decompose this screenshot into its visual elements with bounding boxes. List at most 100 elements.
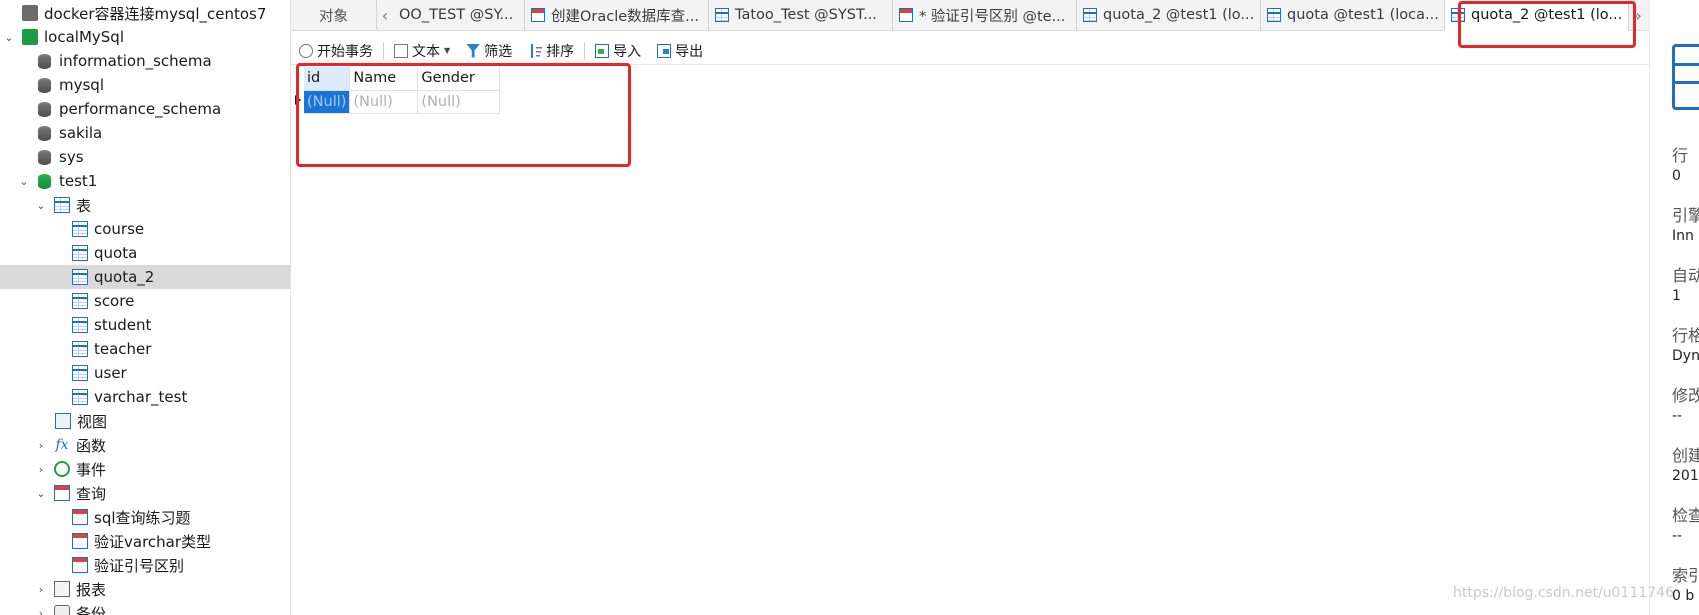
tab-quota-2-first[interactable]: quota_2 @test1 (lo... <box>1077 0 1261 31</box>
tree-item-label: test1 <box>59 172 98 190</box>
tree-item-table-user[interactable]: user <box>0 361 290 385</box>
info-label-auto-increment: 自动 <box>1672 266 1699 285</box>
info-label-index: 索引 <box>1672 566 1699 585</box>
tree-item-label: varchar_test <box>94 388 188 406</box>
tree-item-query-varchar[interactable]: 验证varchar类型 <box>0 529 290 553</box>
tree-item-table-varchar-test[interactable]: varchar_test <box>0 385 290 409</box>
chevron-down-icon[interactable]: ⌄ <box>34 199 48 212</box>
tree-item-table-quota[interactable]: quota <box>0 241 290 265</box>
tree-item-docker-connection[interactable]: docker容器连接mysql_centos7 <box>0 1 290 25</box>
tab-label: quota @test1 (loca... <box>1287 7 1439 23</box>
table-large-icon <box>1672 44 1699 110</box>
info-label-created: 创建 <box>1672 446 1699 465</box>
toolbar-divider <box>383 41 384 60</box>
navigation-tree: docker容器连接mysql_centos7 ⌄ localMySql inf… <box>0 0 291 615</box>
query-icon <box>72 533 88 549</box>
toolbar-divider <box>584 41 586 60</box>
chevron-down-icon[interactable]: ⌄ <box>34 487 48 500</box>
tab-quota[interactable]: quota @test1 (loca... <box>1261 0 1445 31</box>
database-icon <box>38 101 51 117</box>
table-icon <box>72 245 88 261</box>
tree-item-query-quotes[interactable]: 验证引号区别 <box>0 553 290 577</box>
info-label-row-format: 行格 <box>1672 326 1699 345</box>
tree-item-label: localMySql <box>44 28 124 46</box>
tree-item-table-student[interactable]: student <box>0 313 290 337</box>
tree-item-information-schema[interactable]: information_schema <box>0 49 290 73</box>
tree-item-sys[interactable]: sys <box>0 145 290 169</box>
chevron-right-icon[interactable]: › <box>34 607 48 615</box>
tab-highlight-box <box>1458 1 1636 48</box>
text-view-button[interactable]: 文本 ▼ <box>394 41 450 61</box>
tree-item-tables-folder[interactable]: ⌄ 表 <box>0 193 290 217</box>
tree-item-events-folder[interactable]: › 事件 <box>0 457 290 481</box>
info-label-checked: 检查 <box>1672 506 1699 525</box>
tree-item-label: 事件 <box>76 460 107 479</box>
table-icon <box>72 365 88 381</box>
tree-item-label: quota_2 <box>94 268 155 286</box>
tab-label: Tatoo_Test @SYST... <box>735 7 877 23</box>
info-value-created: 201 <box>1672 468 1699 484</box>
info-value-modified: -- <box>1672 408 1683 424</box>
tree-item-table-quota-2[interactable]: quota_2 <box>0 265 290 289</box>
tree-item-label: information_schema <box>59 52 212 70</box>
tables-folder-icon <box>54 197 70 213</box>
tab-quote-difference-query[interactable]: * 验证引号区别 @te... <box>893 0 1077 31</box>
tree-item-label: 验证varchar类型 <box>94 532 212 551</box>
export-button[interactable]: 导出 <box>657 41 703 61</box>
caret-down-icon[interactable]: ▼ <box>444 46 450 55</box>
import-button[interactable]: 导入 <box>595 41 641 61</box>
table-icon <box>72 389 88 405</box>
info-label-engine: 引擎 <box>1672 206 1699 225</box>
reports-folder-icon <box>54 581 70 597</box>
begin-transaction-button[interactable]: 开始事务 <box>299 41 373 61</box>
tree-item-functions-folder[interactable]: › fx 函数 <box>0 433 290 457</box>
export-icon <box>657 43 672 58</box>
tab-create-oracle-query[interactable]: 创建Oracle数据库查... <box>525 0 709 31</box>
tree-item-sakila[interactable]: sakila <box>0 121 290 145</box>
tree-item-label: 验证引号区别 <box>94 556 185 575</box>
tree-item-reports-folder[interactable]: › 报表 <box>0 577 290 601</box>
tree-item-label: mysql <box>59 76 104 94</box>
tree-item-localmysql[interactable]: ⌄ localMySql <box>0 25 290 49</box>
tree-item-test1[interactable]: ⌄ test1 <box>0 169 290 193</box>
table-icon <box>72 341 88 357</box>
tree-item-label: score <box>94 292 135 310</box>
filter-button[interactable]: 筛选 <box>466 41 512 61</box>
tab-label: OO_TEST @SY... <box>399 7 514 23</box>
tree-item-queries-folder[interactable]: ⌄ 查询 <box>0 481 290 505</box>
query-icon <box>531 8 545 22</box>
tree-item-label: sql查询练习题 <box>94 508 191 527</box>
tree-item-label: docker容器连接mysql_centos7 <box>44 4 267 23</box>
tab-tatoo-test[interactable]: Tatoo_Test @SYST... <box>709 0 893 31</box>
chevron-down-icon[interactable]: ⌄ <box>2 31 16 44</box>
tree-item-table-course[interactable]: course <box>0 217 290 241</box>
tree-item-query-sql-practice[interactable]: sql查询练习题 <box>0 505 290 529</box>
info-value-rows: 0 <box>1672 168 1681 184</box>
tab-oo-test[interactable]: OO_TEST @SY... <box>393 0 525 31</box>
begin-transaction-label: 开始事务 <box>317 43 373 60</box>
text-view-label: 文本 <box>412 43 440 60</box>
chevron-right-icon[interactable]: › <box>34 439 48 452</box>
tab-scroll-left-icon[interactable]: ‹ <box>377 6 393 25</box>
tree-item-label: 函数 <box>76 436 107 455</box>
tree-item-table-score[interactable]: score <box>0 289 290 313</box>
tree-item-mysql[interactable]: mysql <box>0 73 290 97</box>
sort-button[interactable]: 排序 <box>528 41 574 61</box>
connection-gray-icon <box>22 5 38 21</box>
connection-green-icon <box>22 29 38 45</box>
tree-item-label: performance_schema <box>59 100 222 118</box>
database-icon <box>38 149 51 165</box>
info-label-rows: 行 <box>1672 146 1689 165</box>
import-icon <box>595 43 610 58</box>
tree-item-label: 报表 <box>76 580 107 599</box>
tree-item-performance-schema[interactable]: performance_schema <box>0 97 290 121</box>
tab-objects[interactable]: 对象 <box>291 0 377 31</box>
tree-item-backup-folder[interactable]: › 备份 <box>0 601 290 615</box>
tree-item-table-teacher[interactable]: teacher <box>0 337 290 361</box>
chevron-right-icon[interactable]: › <box>34 583 48 596</box>
tree-item-views-folder[interactable]: 视图 <box>0 409 290 433</box>
chevron-down-icon[interactable]: ⌄ <box>17 175 31 188</box>
tab-label: * 验证引号区别 @te... <box>919 8 1066 25</box>
chevron-right-icon[interactable]: › <box>34 463 48 476</box>
queries-folder-icon <box>54 485 70 501</box>
